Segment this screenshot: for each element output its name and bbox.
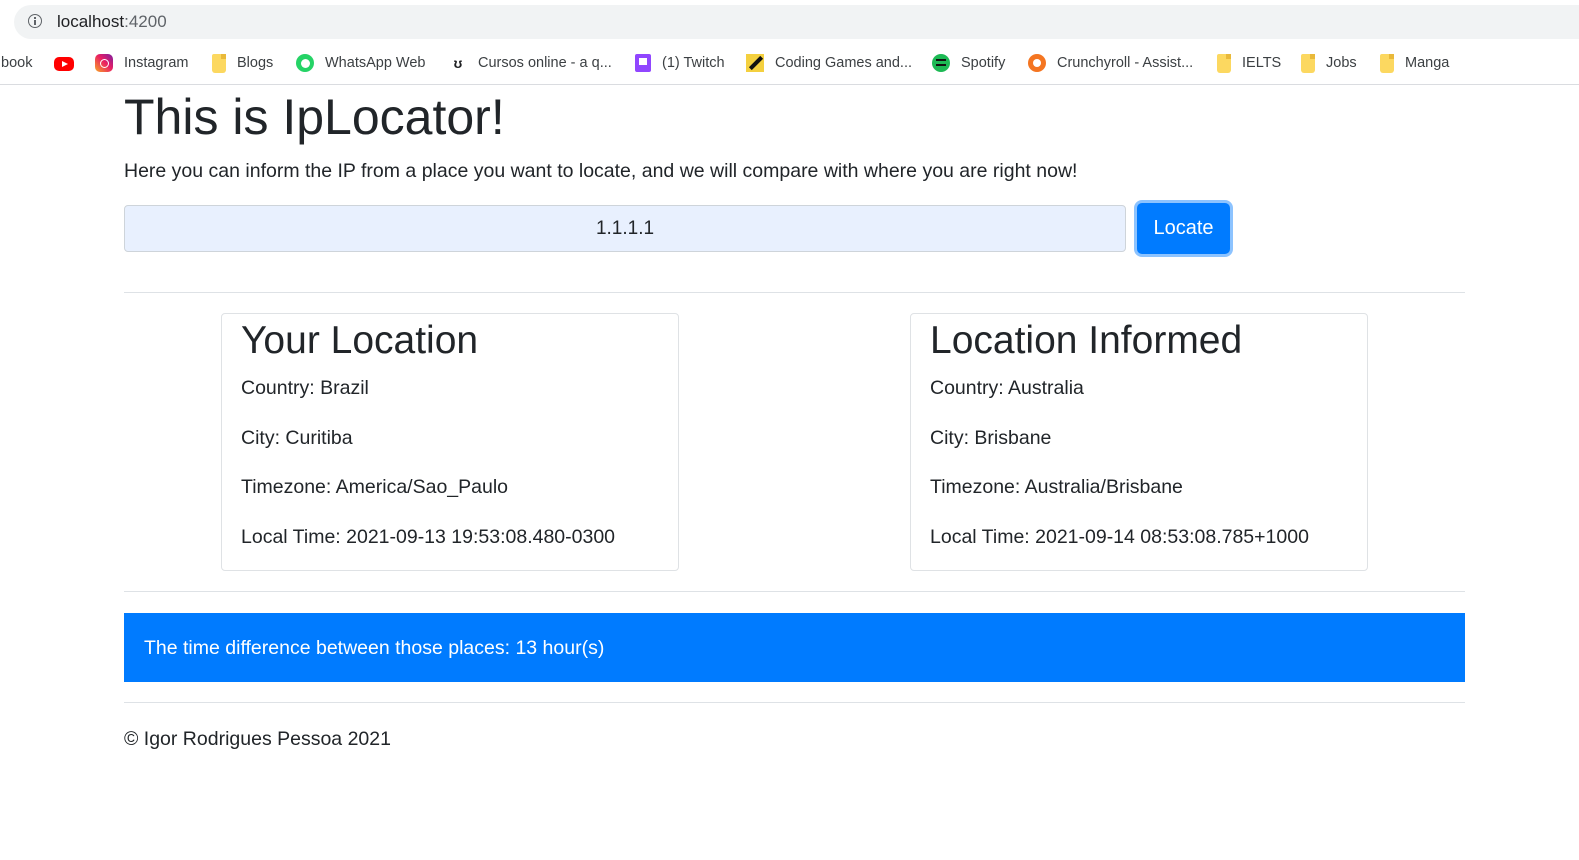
spotify-icon [932,54,950,72]
bookmarks-bar: book Instagram Blogs WhatsApp Web ʊ Curs… [0,42,1579,85]
bookmark-udemy[interactable]: ʊ Cursos online - a q... [449,42,612,84]
udemy-icon: ʊ [453,55,463,71]
city-text: City: Curitiba [241,427,353,449]
footer-copyright: © Igor Rodrigues Pessoa 2021 [124,728,391,750]
twitch-icon [635,54,651,72]
divider [124,591,1465,592]
card-title: Your Location [241,319,479,362]
timezone-text: Timezone: America/Sao_Paulo [241,476,509,498]
bookmark-label: IELTS [1242,55,1282,71]
address-bar[interactable]: localhost:4200 [14,5,1579,39]
bookmark-codingame[interactable]: Coding Games and... [746,42,912,84]
bookmark-folder-blogs[interactable]: Blogs [212,42,273,84]
bookmark-label: Spotify [961,55,1006,71]
page-description: Here you can inform the IP from a place … [124,160,1078,182]
url-text[interactable]: localhost:4200 [57,12,167,32]
folder-icon [212,53,226,73]
url-host: localhost [57,12,125,31]
bookmark-label: Instagram [124,55,189,71]
card-title: Location Informed [930,319,1243,362]
ip-input[interactable] [124,205,1126,252]
your-location-card: Your Location Country: Brazil City: Curi… [221,313,679,571]
divider [124,292,1465,293]
local-time-text: Local Time: 2021-09-14 08:53:08.785+1000 [930,526,1309,548]
divider [124,702,1465,703]
bookmark-folder-manga[interactable]: Manga [1380,42,1449,84]
city-text: City: Brisbane [930,427,1052,449]
bookmark-spotify[interactable]: Spotify [932,42,1005,84]
bookmark-folder-jobs[interactable]: Jobs [1301,42,1357,84]
time-difference-text: The time difference between those places… [144,637,605,659]
bookmark-label: Jobs [1326,55,1357,71]
codingame-icon [746,54,764,72]
url-port: :4200 [124,12,167,31]
timezone-text: Timezone: Australia/Brisbane [930,476,1183,498]
bookmark-label: (1) Twitch [662,55,725,71]
page-title: This is IpLocator! [124,89,505,145]
bookmark-twitch[interactable]: (1) Twitch [635,42,725,84]
bookmark-label: Manga [1405,55,1450,71]
bookmark-label: Crunchyroll - Assist... [1057,55,1194,71]
bookmark-label: WhatsApp Web [325,55,426,71]
bookmark-youtube[interactable] [54,42,85,84]
site-info-icon[interactable] [28,14,42,28]
bookmark-book[interactable]: book [1,42,32,84]
informed-location-card: Location Informed Country: Australia Cit… [910,313,1368,571]
bookmark-label: Cursos online - a q... [478,55,612,71]
bookmark-folder-ielts[interactable]: IELTS [1217,42,1281,84]
instagram-icon [95,54,113,72]
local-time-text: Local Time: 2021-09-13 19:53:08.480-0300 [241,526,616,548]
folder-icon [1301,53,1315,73]
locate-button[interactable]: Locate [1137,203,1230,254]
crunchyroll-icon [1028,54,1046,72]
bookmark-instagram[interactable]: Instagram [95,42,188,84]
bookmark-whatsapp[interactable]: WhatsApp Web [296,42,425,84]
bookmark-crunchyroll[interactable]: Crunchyroll - Assist... [1028,42,1193,84]
bookmark-label: Coding Games and... [775,55,913,71]
bookmark-label: Blogs [237,55,274,71]
bookmark-label: book [1,55,33,71]
folder-icon [1217,53,1231,73]
folder-icon [1380,53,1394,73]
youtube-icon [54,57,74,71]
country-text: Country: Brazil [241,377,369,399]
time-difference-alert: The time difference between those places… [124,613,1465,682]
country-text: Country: Australia [930,377,1084,399]
whatsapp-icon [296,54,314,72]
